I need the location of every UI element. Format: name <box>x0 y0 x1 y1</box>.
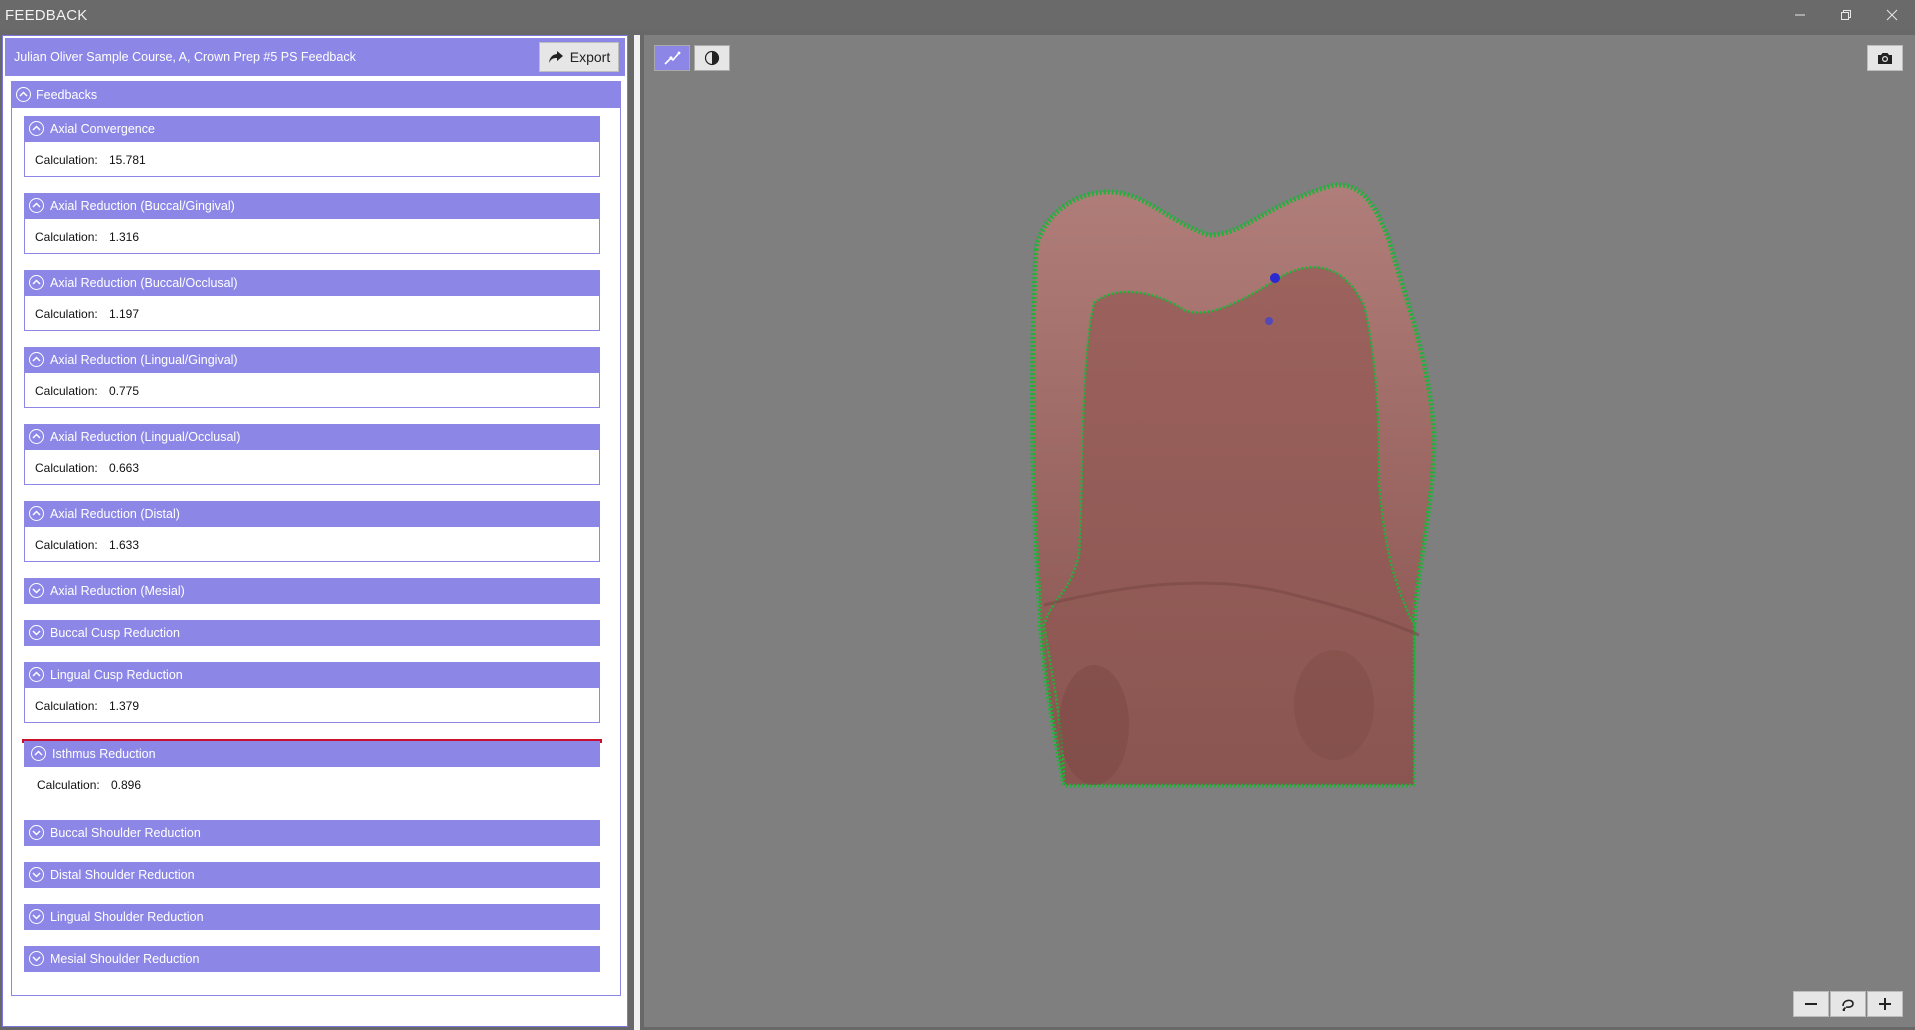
export-label: Export <box>569 49 611 65</box>
feedbacks-title: Feedbacks <box>36 88 98 102</box>
chevron-up-icon <box>16 87 31 102</box>
calc-label: Calculation: <box>35 699 98 713</box>
calc-value: 0.663 <box>109 461 140 475</box>
chevron-up-icon <box>29 275 44 290</box>
section-label: Buccal Cusp Reduction <box>50 626 180 640</box>
section-label: Axial Convergence <box>50 122 155 136</box>
section-header[interactable]: Axial Reduction (Lingual/Gingival) <box>24 347 600 373</box>
section-label: Lingual Shoulder Reduction <box>50 910 204 924</box>
window-titlebar: FEEDBACK <box>0 0 1915 30</box>
section-header[interactable]: Axial Reduction (Buccal/Gingival) <box>24 193 600 219</box>
section-label: Mesial Shoulder Reduction <box>50 952 200 966</box>
section-body: Calculation: 0.663 <box>24 450 600 485</box>
3d-viewport[interactable] <box>644 35 1915 1027</box>
calc-label: Calculation: <box>35 461 98 475</box>
calc-label: Calculation: <box>35 384 98 398</box>
section-body: Calculation: 0.896 <box>24 767 600 802</box>
export-button[interactable]: Export <box>539 42 619 72</box>
calc-value: 1.379 <box>109 699 140 713</box>
zoom-out-icon[interactable] <box>1793 991 1829 1017</box>
close-icon[interactable] <box>1869 0 1915 30</box>
chevron-up-icon <box>29 352 44 367</box>
calc-label: Calculation: <box>37 778 100 792</box>
feedback-panel: Julian Oliver Sample Course, A, Crown Pr… <box>2 35 628 1027</box>
section-label: Isthmus Reduction <box>52 747 156 761</box>
section-label: Distal Shoulder Reduction <box>50 868 195 882</box>
window-title: FEEDBACK <box>5 7 88 24</box>
section-label: Axial Reduction (Buccal/Occlusal) <box>50 276 238 290</box>
section-label: Buccal Shoulder Reduction <box>50 826 201 840</box>
section-header[interactable]: Mesial Shoulder Reduction <box>24 946 600 972</box>
section-body: Calculation: 1.633 <box>24 527 600 562</box>
chevron-up-icon <box>29 429 44 444</box>
chevron-down-icon <box>29 825 44 840</box>
section-header[interactable]: Lingual Shoulder Reduction <box>24 904 600 930</box>
restore-icon[interactable] <box>1823 0 1869 30</box>
reset-view-icon[interactable] <box>1830 991 1866 1017</box>
section-label: Axial Reduction (Buccal/Gingival) <box>50 199 235 213</box>
section-header[interactable]: Buccal Cusp Reduction <box>24 620 600 646</box>
section-label: Lingual Cusp Reduction <box>50 668 183 682</box>
section-header[interactable]: Lingual Cusp Reduction <box>24 662 600 688</box>
zoom-in-icon[interactable] <box>1867 991 1903 1017</box>
section-header[interactable]: Distal Shoulder Reduction <box>24 862 600 888</box>
section-header[interactable]: Axial Reduction (Lingual/Occlusal) <box>24 424 600 450</box>
section-body: Calculation: 1.316 <box>24 219 600 254</box>
chevron-up-icon <box>29 506 44 521</box>
inner-marker <box>1265 317 1273 325</box>
calc-value: 1.316 <box>109 230 140 244</box>
section-body: Calculation: 1.197 <box>24 296 600 331</box>
calc-value: 1.633 <box>109 538 140 552</box>
share-arrow-icon <box>548 51 563 63</box>
occlusal-marker <box>1270 273 1280 283</box>
chevron-down-icon <box>29 625 44 640</box>
panel-splitter[interactable] <box>634 35 640 1030</box>
chevron-up-icon <box>31 746 46 761</box>
calc-value: 0.896 <box>111 778 142 792</box>
section-label: Axial Reduction (Lingual/Occlusal) <box>50 430 241 444</box>
calc-label: Calculation: <box>35 538 98 552</box>
section-body: Calculation: 0.775 <box>24 373 600 408</box>
section-label: Axial Reduction (Distal) <box>50 507 180 521</box>
section-header[interactable]: Axial Reduction (Buccal/Occlusal) <box>24 270 600 296</box>
calc-label: Calculation: <box>35 230 98 244</box>
section-header[interactable]: Axial Convergence <box>24 116 600 142</box>
chevron-up-icon <box>29 198 44 213</box>
section-header[interactable]: Axial Reduction (Mesial) <box>24 578 600 604</box>
chevron-down-icon <box>29 867 44 882</box>
minimize-icon[interactable] <box>1777 0 1823 30</box>
panel-header: Julian Oliver Sample Course, A, Crown Pr… <box>5 38 625 76</box>
calc-label: Calculation: <box>35 153 98 167</box>
chevron-down-icon <box>29 951 44 966</box>
section-header[interactable]: Buccal Shoulder Reduction <box>24 820 600 846</box>
section-header[interactable]: Axial Reduction (Distal) <box>24 501 600 527</box>
section-header[interactable]: Isthmus Reduction <box>24 741 600 767</box>
calc-value: 0.775 <box>109 384 140 398</box>
section-label: Axial Reduction (Mesial) <box>50 584 185 598</box>
calc-label: Calculation: <box>35 307 98 321</box>
chevron-up-icon <box>29 121 44 136</box>
calc-value: 15.781 <box>109 153 146 167</box>
section-label: Axial Reduction (Lingual/Gingival) <box>50 353 238 367</box>
chevron-down-icon <box>29 583 44 598</box>
course-title: Julian Oliver Sample Course, A, Crown Pr… <box>14 50 356 64</box>
feedbacks-group: Feedbacks Axial Convergence Calculation:… <box>11 81 621 996</box>
section-body: Calculation: 15.781 <box>24 142 600 177</box>
feedbacks-group-header[interactable]: Feedbacks <box>12 82 620 108</box>
tooth-model[interactable] <box>644 35 1915 1027</box>
section-body: Calculation: 1.379 <box>24 688 600 723</box>
chevron-up-icon <box>29 667 44 682</box>
calc-value: 1.197 <box>109 307 140 321</box>
chevron-down-icon <box>29 909 44 924</box>
